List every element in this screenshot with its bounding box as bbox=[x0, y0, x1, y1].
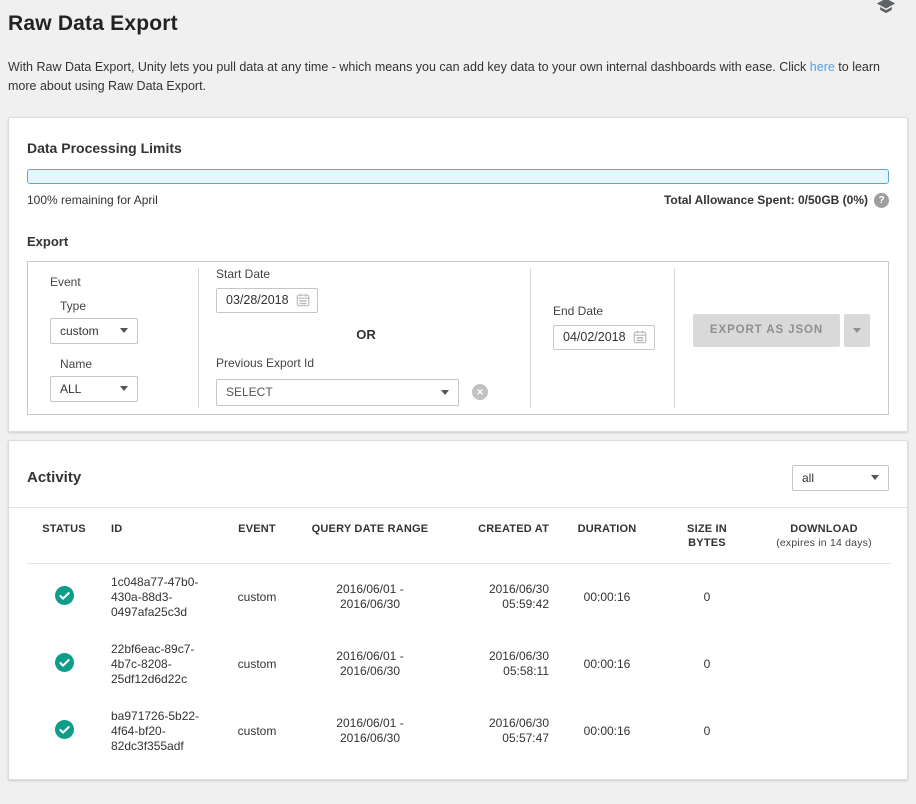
previous-export-label: Previous Export Id bbox=[216, 356, 530, 370]
duration-cell: 00:00:16 bbox=[557, 563, 657, 631]
previous-export-row: SELECT ✕ bbox=[216, 379, 530, 406]
limits-title: Data Processing Limits bbox=[27, 140, 889, 156]
chevron-down-icon bbox=[441, 390, 449, 395]
event-cell: custom bbox=[219, 563, 295, 631]
event-column: Event Type custom Name ALL bbox=[28, 262, 198, 414]
activity-title: Activity bbox=[27, 469, 81, 486]
page-header: Raw Data Export With Raw Data Export, Un… bbox=[8, 0, 908, 97]
event-type-dropdown[interactable]: custom bbox=[50, 318, 138, 344]
size-cell: 0 bbox=[657, 698, 757, 765]
created-at-cell: 2016/06/30 05:59:42 bbox=[445, 563, 557, 631]
or-wrap: OR bbox=[216, 326, 516, 344]
end-date-column: End Date 04/02/2018 bbox=[531, 262, 674, 414]
graduation-cap-icon[interactable] bbox=[876, 0, 898, 18]
page-title: Raw Data Export bbox=[8, 12, 908, 36]
status-cell bbox=[27, 698, 101, 765]
event-label: Event bbox=[50, 275, 198, 289]
here-link[interactable]: here bbox=[810, 60, 835, 74]
end-date-input[interactable]: 04/02/2018 bbox=[553, 325, 655, 350]
event-cell: custom bbox=[219, 631, 295, 698]
previous-export-dropdown[interactable]: SELECT bbox=[216, 379, 459, 406]
table-header-row: STATUS ID EVENT QUERY DATE RANGE CREATED… bbox=[27, 508, 891, 563]
activity-filter-dropdown[interactable]: all bbox=[792, 465, 889, 491]
event-type-value: custom bbox=[60, 324, 99, 338]
col-header-query-date-range: QUERY DATE RANGE bbox=[295, 508, 445, 563]
col-header-status: STATUS bbox=[27, 508, 101, 563]
start-date-input[interactable]: 03/28/2018 bbox=[216, 288, 318, 313]
col-header-created-at: CREATED AT bbox=[445, 508, 557, 563]
event-name-dropdown[interactable]: ALL bbox=[50, 376, 138, 402]
export-title: Export bbox=[27, 234, 889, 249]
calendar-icon[interactable] bbox=[296, 293, 310, 307]
export-form: Event Type custom Name ALL Start Date 03… bbox=[27, 261, 889, 415]
col-header-size-in-bytes: SIZE IN BYTES bbox=[657, 508, 757, 563]
start-date-value: 03/28/2018 bbox=[226, 293, 289, 307]
or-label: OR bbox=[356, 327, 376, 342]
query-date-range-cell: 2016/06/01 - 2016/06/30 bbox=[295, 563, 445, 631]
activity-table: STATUS ID EVENT QUERY DATE RANGE CREATED… bbox=[27, 508, 891, 765]
status-cell bbox=[27, 631, 101, 698]
table-row: 22bf6eac-89c7-4b7c-8208-25df12d6d22c cus… bbox=[27, 631, 891, 698]
download-expiry-note: (expires in 14 days) bbox=[757, 537, 891, 551]
size-cell: 0 bbox=[657, 631, 757, 698]
check-circle-icon bbox=[55, 586, 74, 605]
start-date-label: Start Date bbox=[216, 267, 530, 281]
col-header-duration: DURATION bbox=[557, 508, 657, 563]
col-header-event: EVENT bbox=[219, 508, 295, 563]
clear-icon[interactable]: ✕ bbox=[472, 384, 488, 400]
export-options-button[interactable] bbox=[844, 314, 870, 347]
allowance-label: Total Allowance Spent: 0/50GB (0%) bbox=[664, 193, 868, 207]
calendar-icon[interactable] bbox=[633, 330, 647, 344]
event-cell: custom bbox=[219, 698, 295, 765]
created-at-cell: 2016/06/30 05:58:11 bbox=[445, 631, 557, 698]
chevron-down-icon bbox=[120, 328, 128, 333]
processing-limit-bar bbox=[27, 169, 889, 184]
chevron-down-icon bbox=[120, 386, 128, 391]
intro-before: With Raw Data Export, Unity lets you pul… bbox=[8, 60, 810, 74]
check-circle-icon bbox=[55, 653, 74, 672]
end-date-label: End Date bbox=[553, 304, 674, 318]
query-date-range-cell: 2016/06/01 - 2016/06/30 bbox=[295, 698, 445, 765]
limits-summary-row: 100% remaining for April Total Allowance… bbox=[27, 193, 889, 208]
chevron-down-icon bbox=[853, 328, 861, 333]
previous-export-value: SELECT bbox=[226, 385, 273, 399]
page-root: Raw Data Export With Raw Data Export, Un… bbox=[0, 0, 916, 780]
id-cell: ba971726-5b22-4f64-bf20-82dc3f355adf bbox=[101, 698, 219, 765]
event-name-label: Name bbox=[60, 357, 198, 371]
processing-limit-bar-fill bbox=[28, 170, 888, 183]
status-cell bbox=[27, 563, 101, 631]
check-circle-icon bbox=[55, 720, 74, 739]
size-cell: 0 bbox=[657, 563, 757, 631]
activity-filter-value: all bbox=[802, 471, 814, 485]
event-name-value: ALL bbox=[60, 382, 81, 396]
table-row: 1c048a77-47b0-430a-88d3-0497afa25c3d cus… bbox=[27, 563, 891, 631]
id-cell: 1c048a77-47b0-430a-88d3-0497afa25c3d bbox=[101, 563, 219, 631]
activity-card: Activity all STATUS ID EVENT QUERY DATE … bbox=[8, 440, 908, 780]
table-row: ba971726-5b22-4f64-bf20-82dc3f355adf cus… bbox=[27, 698, 891, 765]
created-at-cell: 2016/06/30 05:57:47 bbox=[445, 698, 557, 765]
data-processing-limits-card: Data Processing Limits 100% remaining fo… bbox=[8, 117, 908, 432]
action-column: EXPORT AS JSON bbox=[675, 262, 888, 414]
col-header-download: DOWNLOAD (expires in 14 days) bbox=[757, 508, 891, 563]
chevron-down-icon bbox=[871, 475, 879, 480]
activity-header: Activity all bbox=[9, 459, 907, 491]
download-cell bbox=[757, 563, 891, 631]
duration-cell: 00:00:16 bbox=[557, 698, 657, 765]
allowance-summary: Total Allowance Spent: 0/50GB (0%) ? bbox=[664, 193, 889, 208]
col-header-id: ID bbox=[101, 508, 219, 563]
id-cell: 22bf6eac-89c7-4b7c-8208-25df12d6d22c bbox=[101, 631, 219, 698]
intro-text: With Raw Data Export, Unity lets you pul… bbox=[8, 58, 908, 97]
dates-column: Start Date 03/28/2018 OR bbox=[199, 262, 530, 414]
remaining-label: 100% remaining for April bbox=[27, 193, 158, 207]
end-date-value: 04/02/2018 bbox=[563, 330, 626, 344]
download-cell bbox=[757, 698, 891, 765]
query-date-range-cell: 2016/06/01 - 2016/06/30 bbox=[295, 631, 445, 698]
event-type-label: Type bbox=[60, 299, 198, 313]
export-as-json-button[interactable]: EXPORT AS JSON bbox=[693, 314, 840, 347]
help-icon[interactable]: ? bbox=[874, 193, 889, 208]
download-cell bbox=[757, 631, 891, 698]
duration-cell: 00:00:16 bbox=[557, 631, 657, 698]
